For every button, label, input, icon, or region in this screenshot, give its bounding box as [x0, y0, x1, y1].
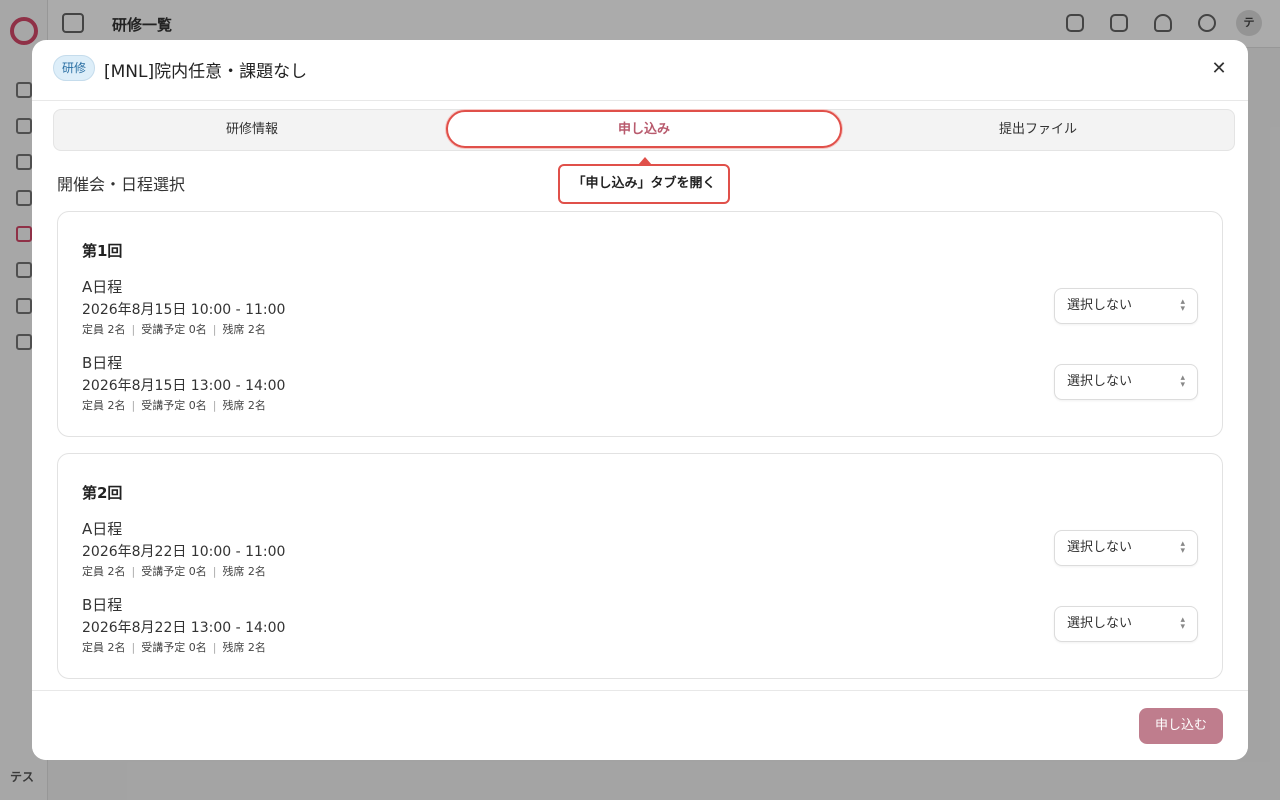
capacity-text: 定員 2名: [82, 323, 126, 336]
slot-name: B日程: [82, 596, 123, 614]
slot-datetime: 2026年8月22日 13:00 - 14:00: [82, 620, 286, 636]
session-card: 第1回 A日程 2026年8月15日 10:00 - 11:00 定員 2名 | 受…: [57, 211, 1223, 437]
chevron-up-down-icon: ▴ ▾: [1180, 539, 1185, 556]
select-value: 選択しない: [1067, 374, 1133, 389]
planned-text: 受講予定 0名: [141, 565, 207, 578]
schedule-slot: B日程 2026年8月22日 13:00 - 14:00 定員 2名 | 受講予定 …: [82, 594, 1200, 660]
select-value: 選択しない: [1067, 298, 1133, 313]
chevron-up-down-icon: ▴ ▾: [1180, 297, 1185, 314]
tab-bar: 研修情報 提出ファイル 申し込み: [53, 109, 1235, 151]
section-title: 開催会・日程選択: [57, 175, 186, 194]
slot-name: A日程: [82, 520, 123, 538]
close-icon: ✕: [1211, 58, 1227, 79]
modal-header: 研修 [MNL]院内任意・課題なし ✕: [32, 40, 1248, 101]
slot-datetime: 2026年8月15日 10:00 - 11:00: [82, 302, 286, 318]
slot-capacity: 定員 2名 | 受講予定 0名 | 残席 2名: [82, 565, 266, 578]
slot-select[interactable]: 選択しない ▴ ▾: [1054, 288, 1198, 324]
remaining-text: 残席 2名: [222, 565, 266, 578]
tab-training-info[interactable]: 研修情報: [54, 110, 450, 150]
session-card: 第2回 A日程 2026年8月22日 10:00 - 11:00 定員 2名 | 受…: [57, 453, 1223, 679]
tab-submission-files[interactable]: 提出ファイル: [840, 110, 1236, 150]
schedule-slot: A日程 2026年8月22日 10:00 - 11:00 定員 2名 | 受講予定 …: [82, 518, 1200, 584]
select-value: 選択しない: [1067, 540, 1133, 555]
session-name: 第2回: [82, 484, 123, 502]
apply-button[interactable]: 申し込む: [1139, 708, 1223, 744]
select-value: 選択しない: [1067, 616, 1133, 631]
schedule-slot: A日程 2026年8月15日 10:00 - 11:00 定員 2名 | 受講予定 …: [82, 276, 1200, 342]
slot-select[interactable]: 選択しない ▴ ▾: [1054, 364, 1198, 400]
session-name: 第1回: [82, 242, 123, 260]
slot-select[interactable]: 選択しない ▴ ▾: [1054, 606, 1198, 642]
capacity-text: 定員 2名: [82, 565, 126, 578]
planned-text: 受講予定 0名: [141, 323, 207, 336]
remaining-text: 残席 2名: [222, 641, 266, 654]
slot-datetime: 2026年8月22日 10:00 - 11:00: [82, 544, 286, 560]
instruction-callout: 「申し込み」タブを開く: [558, 164, 730, 204]
capacity-text: 定員 2名: [82, 399, 126, 412]
slot-capacity: 定員 2名 | 受講予定 0名 | 残席 2名: [82, 323, 266, 336]
tab-application[interactable]: 申し込み: [446, 110, 842, 148]
slot-select[interactable]: 選択しない ▴ ▾: [1054, 530, 1198, 566]
slot-datetime: 2026年8月15日 13:00 - 14:00: [82, 378, 286, 394]
close-button[interactable]: ✕: [1208, 58, 1230, 80]
chevron-up-down-icon: ▴ ▾: [1180, 373, 1185, 390]
category-badge: 研修: [53, 55, 96, 81]
schedule-slot: B日程 2026年8月15日 13:00 - 14:00 定員 2名 | 受講予定 …: [82, 352, 1200, 418]
planned-text: 受講予定 0名: [141, 399, 207, 412]
remaining-text: 残席 2名: [222, 399, 266, 412]
remaining-text: 残席 2名: [222, 323, 266, 336]
planned-text: 受講予定 0名: [141, 641, 207, 654]
training-modal: 研修 [MNL]院内任意・課題なし ✕ 研修情報 提出ファイル 申し込み 「申し…: [32, 40, 1248, 760]
slot-capacity: 定員 2名 | 受講予定 0名 | 残席 2名: [82, 641, 266, 654]
modal-title: [MNL]院内任意・課題なし: [104, 62, 308, 82]
modal-footer: 申し込む: [32, 690, 1248, 760]
slot-capacity: 定員 2名 | 受講予定 0名 | 残席 2名: [82, 399, 266, 412]
chevron-up-down-icon: ▴ ▾: [1180, 615, 1185, 632]
slot-name: B日程: [82, 354, 123, 372]
capacity-text: 定員 2名: [82, 641, 126, 654]
slot-name: A日程: [82, 278, 123, 296]
